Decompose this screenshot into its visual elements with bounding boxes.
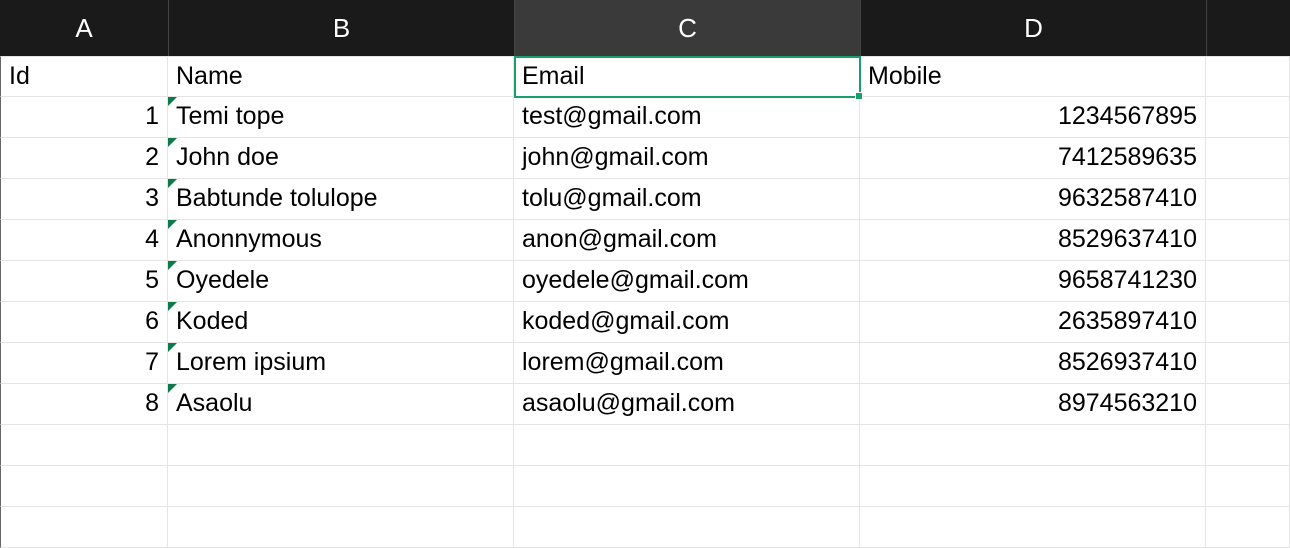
cell-name[interactable]: Babtunde tolulope <box>168 179 514 220</box>
cell-a1[interactable]: Id <box>0 56 168 97</box>
table-row: 8 Asaolu asaolu@gmail.com 8974563210 <box>0 384 1290 425</box>
cell-name[interactable]: Temi tope <box>168 97 514 138</box>
cell-empty[interactable] <box>1206 220 1290 261</box>
cell-b1[interactable]: Name <box>168 56 514 97</box>
cell-empty[interactable] <box>1206 97 1290 138</box>
cell-name[interactable]: Oyedele <box>168 261 514 302</box>
cell-empty[interactable] <box>860 466 1206 507</box>
table-row: 6 Koded koded@gmail.com 2635897410 <box>0 302 1290 343</box>
cell-id[interactable]: 8 <box>0 384 168 425</box>
column-header-b[interactable]: B <box>168 0 514 56</box>
cell-empty[interactable] <box>168 507 514 548</box>
cell-name[interactable]: Anonnymous <box>168 220 514 261</box>
cell-empty[interactable] <box>1206 343 1290 384</box>
cell-mobile[interactable]: 8529637410 <box>860 220 1206 261</box>
spreadsheet[interactable]: A B C D Id Name Email Mobile 1 Temi tope… <box>0 0 1290 548</box>
column-header-extra[interactable] <box>1206 0 1290 56</box>
cell-empty[interactable] <box>1206 179 1290 220</box>
cell-mobile[interactable]: 8526937410 <box>860 343 1206 384</box>
cell-id[interactable]: 2 <box>0 138 168 179</box>
table-row: Id Name Email Mobile <box>0 56 1290 97</box>
cell-c1[interactable]: Email <box>514 56 860 97</box>
cell-empty[interactable] <box>0 507 168 548</box>
cell-name[interactable]: Asaolu <box>168 384 514 425</box>
cell-mobile[interactable]: 8974563210 <box>860 384 1206 425</box>
cell-empty[interactable] <box>1206 138 1290 179</box>
cell-id[interactable]: 3 <box>0 179 168 220</box>
table-row: 1 Temi tope test@gmail.com 1234567895 <box>0 97 1290 138</box>
cell-d1[interactable]: Mobile <box>860 56 1206 97</box>
cell-mobile[interactable]: 2635897410 <box>860 302 1206 343</box>
cell-email[interactable]: lorem@gmail.com <box>514 343 860 384</box>
cell-empty[interactable] <box>514 466 860 507</box>
cell-empty[interactable] <box>0 466 168 507</box>
cell-email[interactable]: test@gmail.com <box>514 97 860 138</box>
cell-empty[interactable] <box>0 425 168 466</box>
cell-email[interactable]: asaolu@gmail.com <box>514 384 860 425</box>
cell-email[interactable]: oyedele@gmail.com <box>514 261 860 302</box>
cell-empty[interactable] <box>514 425 860 466</box>
cell-name[interactable]: Lorem ipsium <box>168 343 514 384</box>
cell-mobile[interactable]: 9632587410 <box>860 179 1206 220</box>
cell-email[interactable]: anon@gmail.com <box>514 220 860 261</box>
cell-e1[interactable] <box>1206 56 1290 97</box>
cell-id[interactable]: 5 <box>0 261 168 302</box>
table-row: 5 Oyedele oyedele@gmail.com 9658741230 <box>0 261 1290 302</box>
cell-empty[interactable] <box>860 425 1206 466</box>
cell-email[interactable]: tolu@gmail.com <box>514 179 860 220</box>
table-row: 7 Lorem ipsium lorem@gmail.com 852693741… <box>0 343 1290 384</box>
cell-id[interactable]: 6 <box>0 302 168 343</box>
cell-empty[interactable] <box>1206 425 1290 466</box>
cell-mobile[interactable]: 1234567895 <box>860 97 1206 138</box>
column-header-c[interactable]: C <box>514 0 860 56</box>
table-row-empty <box>0 466 1290 507</box>
cell-empty[interactable] <box>1206 507 1290 548</box>
table-row: 3 Babtunde tolulope tolu@gmail.com 96325… <box>0 179 1290 220</box>
cell-id[interactable]: 1 <box>0 97 168 138</box>
column-header-a[interactable]: A <box>0 0 168 56</box>
cell-mobile[interactable]: 9658741230 <box>860 261 1206 302</box>
cell-empty[interactable] <box>1206 261 1290 302</box>
cell-empty[interactable] <box>1206 466 1290 507</box>
column-header-row: A B C D <box>0 0 1290 56</box>
table-row-empty <box>0 425 1290 466</box>
cell-name[interactable]: John doe <box>168 138 514 179</box>
cell-empty[interactable] <box>514 507 860 548</box>
cell-mobile[interactable]: 7412589635 <box>860 138 1206 179</box>
cell-id[interactable]: 7 <box>0 343 168 384</box>
cell-name[interactable]: Koded <box>168 302 514 343</box>
cell-email[interactable]: john@gmail.com <box>514 138 860 179</box>
column-header-d[interactable]: D <box>860 0 1206 56</box>
cell-empty[interactable] <box>1206 384 1290 425</box>
cell-id[interactable]: 4 <box>0 220 168 261</box>
cell-empty[interactable] <box>168 425 514 466</box>
cell-empty[interactable] <box>1206 302 1290 343</box>
table-row: 2 John doe john@gmail.com 7412589635 <box>0 138 1290 179</box>
cell-empty[interactable] <box>168 466 514 507</box>
cell-email[interactable]: koded@gmail.com <box>514 302 860 343</box>
table-row-empty <box>0 507 1290 548</box>
table-row: 4 Anonnymous anon@gmail.com 8529637410 <box>0 220 1290 261</box>
cell-empty[interactable] <box>860 507 1206 548</box>
